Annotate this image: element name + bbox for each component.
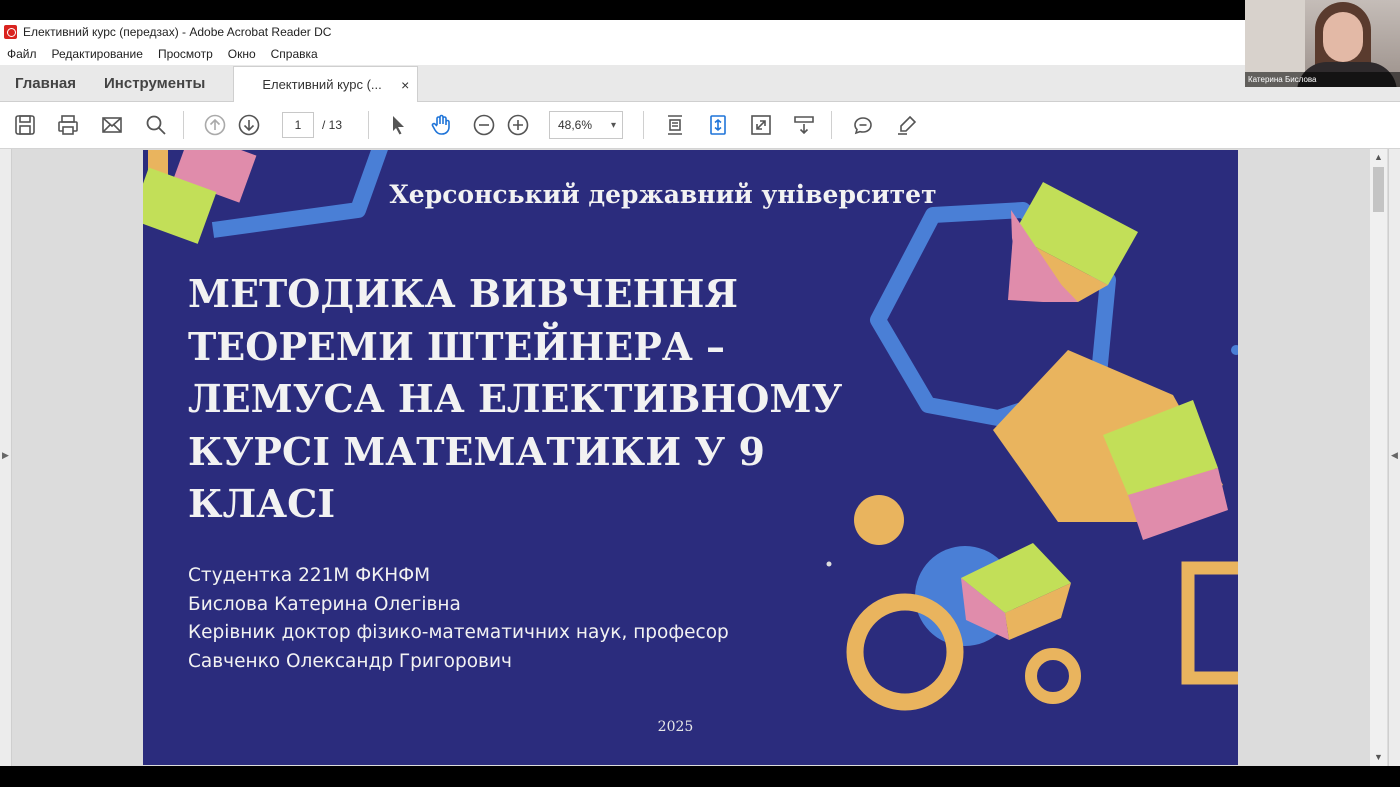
slide-title-line: ТЕОРЕМИ ШТЕЙНЕРА – bbox=[188, 323, 726, 369]
author-line: Бислова Катерина Олегівна bbox=[188, 593, 461, 615]
full-screen-icon[interactable] bbox=[744, 108, 778, 142]
zoom-level-select[interactable]: 48,6% ▾ bbox=[549, 111, 623, 139]
menu-view[interactable]: Просмотр bbox=[158, 47, 213, 61]
frame-orange-right bbox=[1181, 561, 1238, 685]
author-line: Студентка 221М ФКНФМ bbox=[188, 565, 431, 586]
page-number-input[interactable]: 1 bbox=[282, 112, 314, 138]
ring-orange-large bbox=[846, 593, 964, 711]
menu-edit[interactable]: Редактирование bbox=[52, 47, 143, 61]
toolbar-separator bbox=[643, 111, 644, 139]
slide-title-line: КЛАСІ bbox=[188, 481, 336, 526]
left-panel-toggle[interactable]: ▶ bbox=[0, 149, 12, 766]
menu-window[interactable]: Окно bbox=[228, 47, 256, 61]
tab-document[interactable]: Елективний курс (... × bbox=[233, 66, 419, 102]
menu-bar: Файл Редактирование Просмотр Окно Справк… bbox=[0, 43, 1245, 65]
pdf-slide-page: Херсонський державний університет МЕТОДИ… bbox=[143, 150, 1238, 765]
document-viewer[interactable]: ▶ Херсонський державний університет МЕТО… bbox=[0, 149, 1400, 766]
arrow-down-circle-icon[interactable] bbox=[232, 108, 266, 142]
participant-name: Катерина Бислова bbox=[1245, 72, 1400, 87]
vertical-scrollbar[interactable]: ▲ ▼ bbox=[1370, 149, 1387, 766]
screen: Елективний курс (передзах) - Adobe Acrob… bbox=[0, 0, 1400, 787]
webcam-video-tile[interactable]: Катерина Бислова bbox=[1245, 0, 1400, 87]
author-line: Керівник доктор фізико-математичних наук… bbox=[188, 622, 729, 643]
toolbar-separator bbox=[183, 111, 184, 139]
scroll-down-icon[interactable]: ▼ bbox=[1374, 752, 1383, 762]
search-icon[interactable] bbox=[139, 108, 173, 142]
tab-bar: Главная Инструменты Елективний курс (...… bbox=[0, 65, 1400, 102]
read-mode-icon[interactable] bbox=[787, 108, 821, 142]
window-title: Елективний курс (передзах) - Adobe Acrob… bbox=[23, 24, 332, 39]
tab-document-label: Елективний курс (... bbox=[262, 77, 382, 92]
toolbar: 1 / 13 48,6% ▾ bbox=[0, 102, 1400, 149]
chevron-right-icon: ▶ bbox=[2, 450, 9, 460]
fit-page-icon[interactable] bbox=[658, 108, 692, 142]
zoom-level-value: 48,6% bbox=[558, 118, 593, 132]
hand-icon[interactable] bbox=[424, 108, 458, 142]
slide-title-line: ЛЕМУСА НА ЕЛЕКТИВНОМУ bbox=[188, 376, 843, 421]
ring-orange-small bbox=[1025, 648, 1081, 704]
webcam-person-face bbox=[1323, 12, 1363, 62]
slide-title-line: МЕТОДИКА ВИВЧЕННЯ bbox=[188, 271, 738, 316]
zoom-out-icon[interactable] bbox=[467, 108, 501, 142]
menu-help[interactable]: Справка bbox=[271, 47, 318, 61]
comment-icon[interactable] bbox=[846, 108, 880, 142]
chevron-down-icon: ▾ bbox=[610, 119, 616, 131]
university-name: Херсонський державний університет bbox=[389, 180, 937, 209]
page-total: / 13 bbox=[322, 118, 343, 132]
slide-authors: Студентка 221М ФКНФМ Бислова Катерина Ол… bbox=[188, 562, 868, 676]
toolbar-separator bbox=[831, 111, 832, 139]
highlight-pen-icon[interactable] bbox=[890, 108, 924, 142]
dot-blue-edge bbox=[1231, 345, 1238, 355]
tab-close-icon[interactable]: × bbox=[401, 77, 409, 93]
acrobat-pdf-icon bbox=[4, 24, 17, 39]
slide-year: 2025 bbox=[657, 719, 694, 735]
print-icon[interactable] bbox=[51, 108, 85, 142]
toolbar-separator bbox=[368, 111, 369, 139]
save-icon[interactable] bbox=[8, 108, 42, 142]
screen-top-bar bbox=[0, 0, 1400, 20]
zoom-in-icon[interactable] bbox=[501, 108, 535, 142]
slide-title: МЕТОДИКА ВИВЧЕННЯ ТЕОРЕМИ ШТЕЙНЕРА – ЛЕМ… bbox=[188, 268, 888, 531]
tab-tools[interactable]: Инструменты bbox=[89, 65, 218, 101]
menu-file[interactable]: Файл bbox=[7, 47, 37, 61]
screen-bottom-bar bbox=[0, 766, 1400, 787]
slide-title-line: КУРСІ МАТЕМАТИКИ У 9 bbox=[188, 428, 765, 474]
right-panel-toggle[interactable]: ◀ bbox=[1388, 149, 1400, 766]
author-line: Савченко Олександр Григорович bbox=[188, 650, 512, 672]
window-titlebar: Елективний курс (передзах) - Adobe Acrob… bbox=[0, 20, 1245, 43]
chevron-left-icon: ◀ bbox=[1391, 450, 1398, 460]
arrow-up-circle-icon[interactable] bbox=[198, 108, 232, 142]
tab-home[interactable]: Главная bbox=[0, 65, 89, 101]
cursor-arrow-icon[interactable] bbox=[381, 108, 415, 142]
scroll-mode-icon[interactable] bbox=[701, 108, 735, 142]
mail-icon[interactable] bbox=[95, 108, 129, 142]
scroll-up-icon[interactable]: ▲ bbox=[1374, 152, 1383, 162]
scrollbar-thumb[interactable] bbox=[1373, 167, 1384, 212]
